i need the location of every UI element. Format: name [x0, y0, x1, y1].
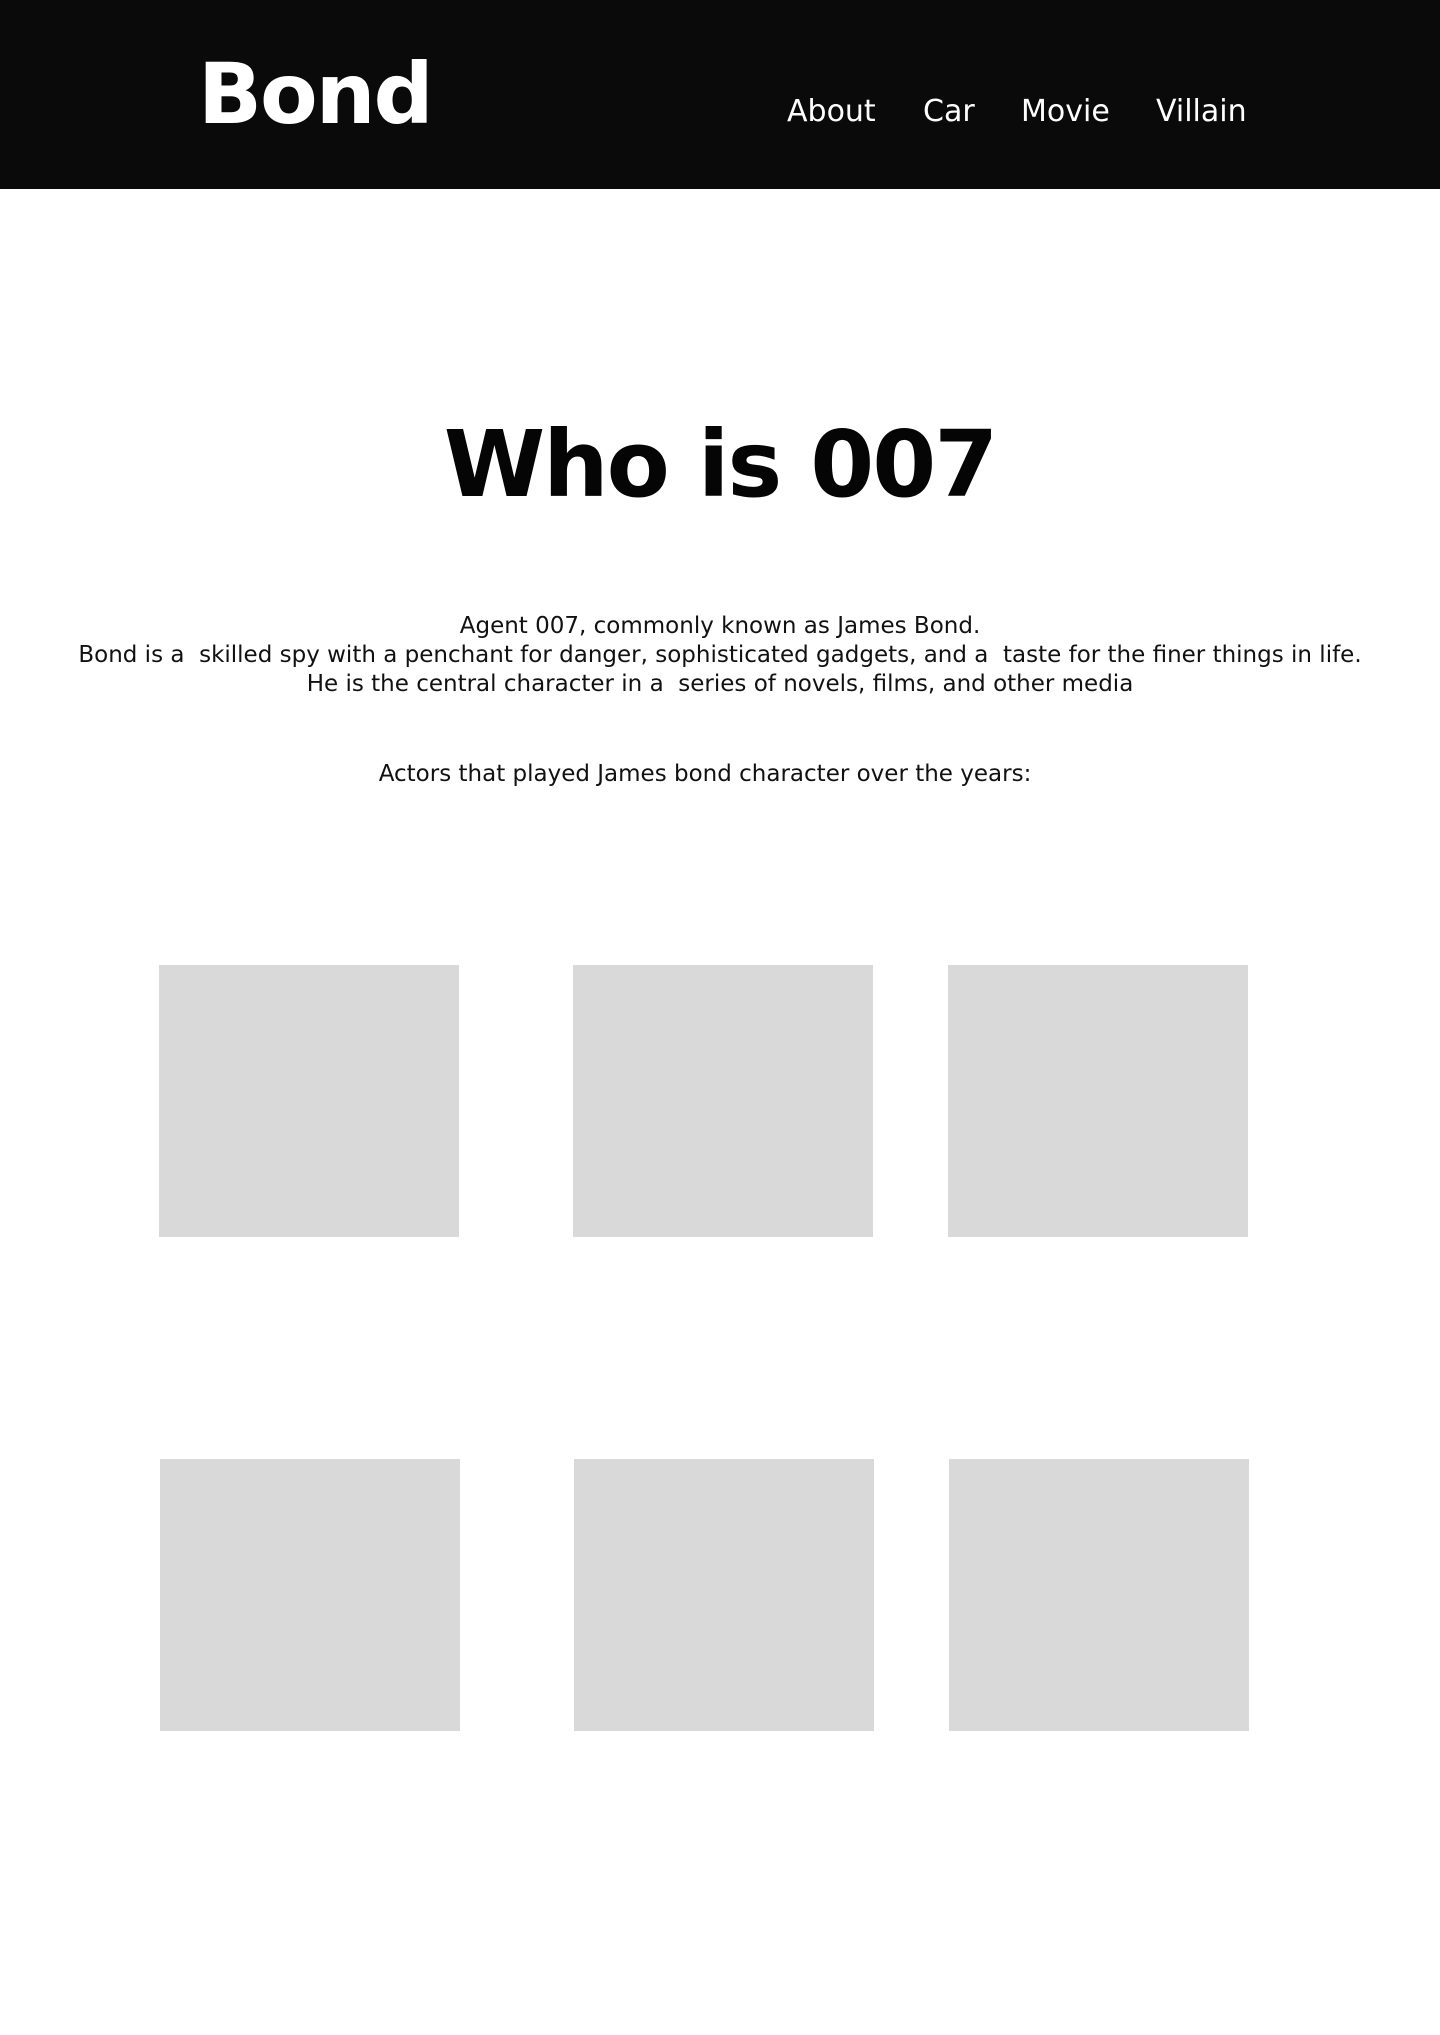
- intro-line: Agent 007, commonly known as James Bond.: [459, 613, 981, 639]
- nav-villain[interactable]: Villain: [1156, 92, 1247, 132]
- actor-photo-placeholder: [574, 1459, 874, 1731]
- actor-photo-placeholder: [159, 965, 459, 1237]
- nav-about[interactable]: About: [787, 92, 876, 132]
- actor-photo-placeholder: [948, 965, 1248, 1237]
- actors-lead-text: Actors that played James bond character …: [378, 761, 1032, 787]
- intro-line: Bond is a skilled spy with a penchant fo…: [78, 642, 1362, 668]
- page-title: Who is 007: [443, 411, 999, 518]
- nav-movie[interactable]: Movie: [1021, 92, 1110, 132]
- logo[interactable]: Bond: [198, 52, 434, 136]
- intro-text: Agent 007, commonly known as James Bond.…: [0, 612, 1440, 699]
- site-header: Bond About Car Movie Villain: [0, 0, 1440, 189]
- intro-line: He is the central character in a series …: [306, 671, 1134, 697]
- actor-photo-placeholder: [160, 1459, 460, 1731]
- nav-car[interactable]: Car: [923, 92, 975, 132]
- actor-photo-placeholder: [573, 965, 873, 1237]
- actor-photo-placeholder: [949, 1459, 1249, 1731]
